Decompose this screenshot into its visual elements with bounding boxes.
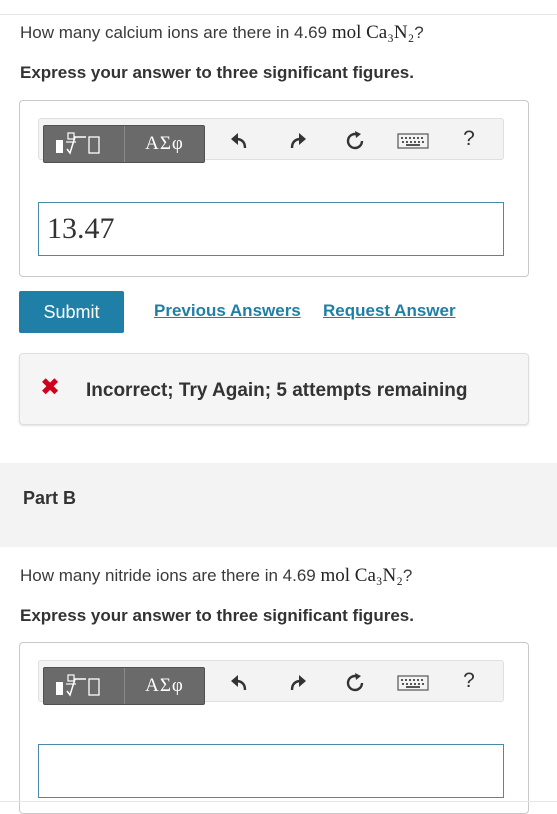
incorrect-icon: ✖: [40, 374, 61, 401]
keyboard-icon[interactable]: [397, 129, 429, 153]
undo-icon[interactable]: [227, 129, 251, 153]
part-b-toolbar-group: ΑΣφ: [43, 667, 205, 705]
templates-button[interactable]: [44, 126, 125, 162]
keyboard-icon[interactable]: [397, 671, 429, 695]
previous-answers-link[interactable]: Previous Answers: [154, 301, 301, 321]
submit-button[interactable]: Submit: [19, 291, 124, 333]
templates-icon: [56, 132, 100, 155]
reset-icon[interactable]: [343, 671, 367, 695]
greek-symbols-button[interactable]: ΑΣφ: [125, 668, 204, 704]
undo-icon[interactable]: [227, 671, 251, 695]
part-b-header[interactable]: Part B: [0, 463, 557, 547]
help-button[interactable]: ?: [457, 669, 481, 697]
part-b-question-math: mol Ca₃N₂: [320, 565, 403, 586]
templates-icon: [56, 674, 100, 697]
feedback-message: ✖ Incorrect; Try Again; 5 attempts remai…: [19, 353, 529, 425]
bottom-divider: [0, 801, 557, 802]
part-b-math-toolbar: ΑΣφ ?: [38, 660, 504, 705]
part-b-title: Part B: [23, 488, 77, 508]
part-a-question: How many calcium ions are there in 4.69 …: [20, 22, 424, 44]
part-b-question: How many nitride ions are there in 4.69 …: [20, 565, 412, 587]
feedback-text: Incorrect; Try Again; 5 attempts remaini…: [86, 380, 468, 401]
part-a-question-text: How many calcium ions are there in 4.69: [20, 23, 332, 42]
part-a-question-math: mol Ca₃N₂: [331, 22, 415, 43]
top-divider: [0, 14, 557, 15]
part-a-instruction: Express your answer to three significant…: [20, 63, 414, 82]
part-a-question-end: ?: [414, 23, 424, 42]
greek-symbols-button[interactable]: ΑΣφ: [125, 126, 204, 162]
part-b-instruction: Express your answer to three significant…: [20, 606, 414, 625]
part-a-answer-input[interactable]: 13.47: [38, 202, 504, 256]
part-a-answer-box: ΑΣφ ? 13.47: [19, 100, 529, 277]
part-a-math-toolbar: ΑΣφ ?: [38, 118, 504, 163]
templates-button[interactable]: [44, 668, 125, 704]
part-b-question-end: ?: [402, 566, 413, 585]
redo-icon[interactable]: [286, 671, 310, 695]
part-b-answer-box: ΑΣφ ?: [19, 642, 529, 814]
reset-icon[interactable]: [343, 129, 367, 153]
help-button[interactable]: ?: [457, 127, 481, 155]
part-a-toolbar-group: ΑΣφ: [43, 125, 205, 163]
part-b-question-text: How many nitride ions are there in 4.69: [20, 566, 321, 585]
redo-icon[interactable]: [286, 129, 310, 153]
part-b-answer-input[interactable]: [38, 744, 504, 798]
request-answer-link[interactable]: Request Answer: [323, 301, 456, 321]
